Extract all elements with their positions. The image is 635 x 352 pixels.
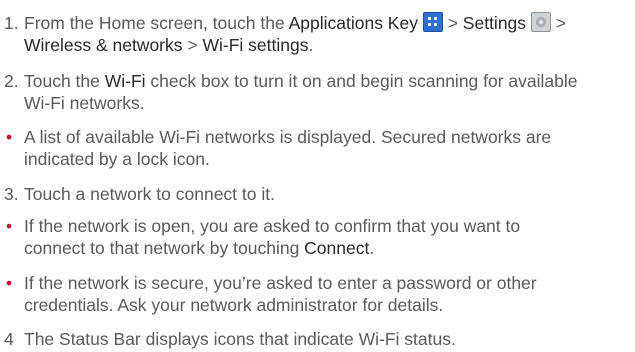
applications-key-term: Applications Key: [288, 13, 418, 33]
bullet-marker: •: [6, 216, 13, 236]
wireless-networks-term: Wireless & networks: [24, 35, 183, 55]
bullet-marker: •: [6, 127, 13, 147]
bullet-marker: •: [6, 273, 13, 293]
step-4-text: The Status Bar displays icons that indic…: [24, 329, 456, 349]
settings-icon: [530, 12, 551, 32]
settings-term: Settings: [462, 13, 527, 33]
step-4-number: 4: [4, 329, 14, 349]
step-2-number: 2.: [4, 71, 19, 91]
instructions-page: 1. From the Home screen, touch the Appli…: [0, 0, 635, 352]
step-2-text: Touch the Wi-Fi check box to turn it on …: [24, 71, 578, 113]
bullet-1-text: A list of available Wi-Fi networks is di…: [24, 127, 552, 169]
wifi-settings-term: Wi-Fi settings: [202, 35, 309, 55]
step-1-text: From the Home screen, touch the Applicat…: [24, 12, 566, 55]
step-3-text: Touch a network to connect to it.: [24, 184, 275, 204]
wifi-term: Wi-Fi: [104, 71, 146, 91]
bullet-2-text: If the network is open, you are asked to…: [24, 216, 521, 258]
step-1-number: 1.: [4, 13, 19, 33]
step-3-number: 3.: [4, 184, 19, 204]
applications-key-icon: [422, 12, 443, 32]
bullet-3-text: If the network is secure, you’re asked t…: [24, 273, 537, 315]
connect-term: Connect: [304, 238, 370, 258]
